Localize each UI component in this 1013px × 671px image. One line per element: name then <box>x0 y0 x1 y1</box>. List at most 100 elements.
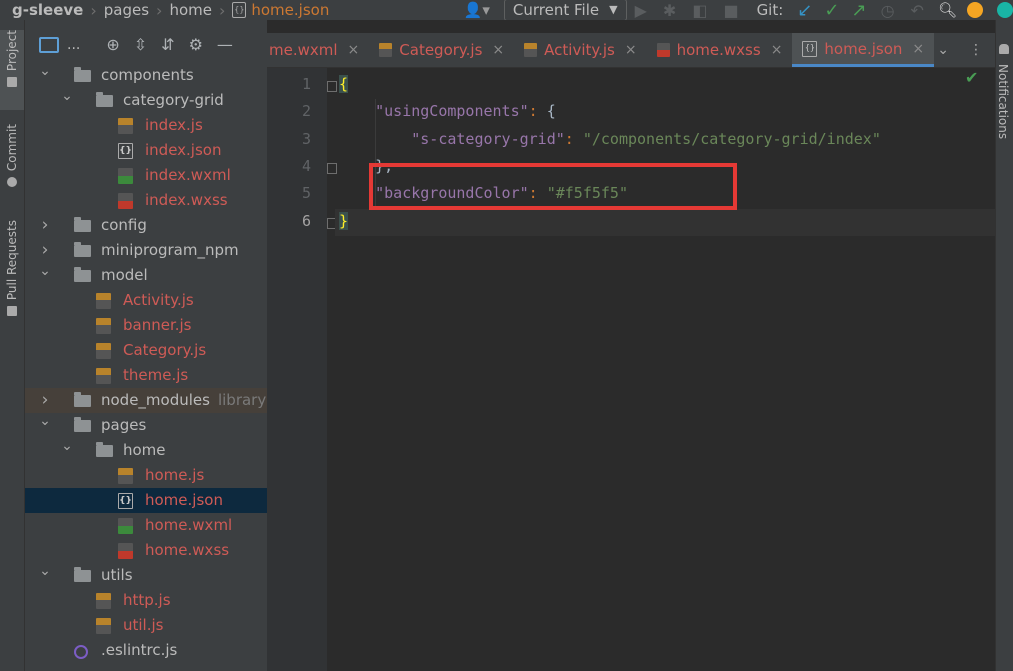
locate-file-icon[interactable]: ⊕ <box>106 35 119 54</box>
line-number: 4 <box>301 156 311 175</box>
close-icon[interactable]: × <box>625 42 637 58</box>
navigation-bar: g-sleeve › pages › home › {} home.json 👤… <box>0 0 1013 20</box>
user-icon[interactable]: 👤▾ <box>464 1 490 19</box>
json-file-icon: {} <box>118 493 133 509</box>
json-file-icon: {} <box>118 143 133 159</box>
debug-icon[interactable]: ✱ <box>663 1 676 20</box>
chevron-down-icon[interactable]: ⌄ <box>61 84 73 109</box>
tree-item-label: config <box>101 216 147 234</box>
gear-icon[interactable]: ⚙ <box>189 35 203 54</box>
wxss-file-icon <box>656 43 670 57</box>
tree-file[interactable]: index.wxss <box>25 188 267 213</box>
tree-item-label: utils <box>101 566 133 584</box>
code-token: "s-category-grid" <box>411 129 565 148</box>
folder-icon <box>74 242 91 257</box>
collapse-all-icon[interactable]: ⇵ <box>161 35 174 54</box>
tree-item-label: util.js <box>123 616 164 634</box>
editor-tab[interactable]: {} home.json × <box>792 33 935 67</box>
tree-folder[interactable]: › config <box>25 213 267 238</box>
git-commit-icon[interactable]: ✓ <box>824 0 839 20</box>
chevron-down-icon[interactable]: ⌄ <box>39 409 51 434</box>
tree-file[interactable]: .eslintrc.js <box>25 638 267 663</box>
search-icon[interactable]: 🔍︎ <box>938 1 957 19</box>
run-icon[interactable]: ▶ <box>635 1 647 20</box>
tool-tab-notifications[interactable]: Notifications <box>996 64 1010 139</box>
tree-file[interactable]: theme.js <box>25 363 267 388</box>
tree-file[interactable]: util.js <box>25 613 267 638</box>
stop-icon[interactable]: ■ <box>723 1 738 20</box>
tree-file[interactable]: {} home.json <box>25 488 267 513</box>
tree-file[interactable]: index.js <box>25 113 267 138</box>
close-icon[interactable]: × <box>912 41 924 57</box>
chevron-down-icon[interactable]: ⌄ <box>39 559 51 584</box>
line-number: 6 <box>301 211 311 230</box>
breadcrumb-file[interactable]: home.json <box>251 1 329 19</box>
commit-icon <box>7 177 17 188</box>
line-number-gutter: 1 2 3 4 5 6 <box>267 68 337 671</box>
breadcrumb-pages[interactable]: pages <box>104 1 149 19</box>
editor-tab[interactable]: Activity.js × <box>514 33 646 67</box>
ide-logo-icon[interactable] <box>997 2 1013 18</box>
code-area[interactable]: { "usingComponents": { "s-category-grid"… <box>335 68 995 671</box>
history-icon[interactable]: ◷ <box>881 1 895 20</box>
close-icon[interactable]: × <box>492 42 504 58</box>
git-push-icon[interactable]: ↗ <box>851 0 866 20</box>
tree-item-label: index.wxml <box>145 166 231 184</box>
bell-icon[interactable] <box>999 44 1009 54</box>
tree-item-label: index.wxss <box>145 191 228 209</box>
chevron-down-icon[interactable]: ⌄ <box>39 59 51 84</box>
tab-list-icon[interactable]: ⌄ <box>937 42 949 58</box>
close-icon[interactable]: × <box>348 42 360 58</box>
tree-folder[interactable]: ⌄ home <box>25 438 267 463</box>
tree-folder[interactable]: ⌄ utils <box>25 563 267 588</box>
run-configuration-label: Current File <box>512 1 600 19</box>
js-file-icon <box>96 618 111 634</box>
tool-tab-commit-label: Commit <box>5 124 19 172</box>
wxss-file-icon <box>118 543 133 559</box>
tree-file[interactable]: index.wxml <box>25 163 267 188</box>
tree-folder[interactable]: › node_modules library <box>25 388 267 413</box>
coverage-icon[interactable]: ◧ <box>692 1 707 20</box>
tree-item-label: home.js <box>145 466 205 484</box>
breadcrumb-project[interactable]: g-sleeve <box>12 1 83 19</box>
chevron-right-icon[interactable]: › <box>39 213 51 238</box>
hide-icon[interactable]: — <box>217 35 233 54</box>
tree-file[interactable]: {} index.json <box>25 138 267 163</box>
tool-tab-commit[interactable]: Commit <box>0 124 24 204</box>
tree-file[interactable]: home.js <box>25 463 267 488</box>
rollback-icon[interactable]: ↶ <box>911 1 924 20</box>
update-icon[interactable] <box>967 2 983 18</box>
tree-item-label: http.js <box>123 591 171 609</box>
tree-file[interactable]: http.js <box>25 588 267 613</box>
code-token: : <box>564 129 583 148</box>
editor-tab[interactable]: Category.js × <box>369 33 514 67</box>
editor-tab[interactable]: me.wxml × <box>267 33 369 67</box>
close-icon[interactable]: × <box>771 42 783 58</box>
editor-tab[interactable]: home.wxss × <box>647 33 793 67</box>
tree-item-label: banner.js <box>123 316 192 334</box>
tree-folder[interactable]: › miniprogram_npm <box>25 238 267 263</box>
more-options-icon[interactable]: ⋮ <box>969 42 983 58</box>
tree-file[interactable]: home.wxss <box>25 538 267 563</box>
tool-tab-project[interactable]: Project <box>0 30 24 110</box>
chevron-down-icon[interactable]: ⌄ <box>39 259 51 284</box>
project-toolbar: ... ⊕ ⇳ ⇵ ⚙ — <box>25 20 267 69</box>
tree-folder[interactable]: ⌄ model <box>25 263 267 288</box>
code-line: "usingComponents": { <box>339 102 556 120</box>
tree-file[interactable]: Activity.js <box>25 288 267 313</box>
tree-file[interactable]: home.wxml <box>25 513 267 538</box>
git-update-icon[interactable]: ↙ <box>797 0 812 20</box>
git-label: Git: <box>756 1 784 19</box>
tree-item-label: theme.js <box>123 366 189 384</box>
chevron-down-icon[interactable]: ⌄ <box>61 434 73 459</box>
tool-tab-pull-requests[interactable]: Pull Requests <box>0 220 24 330</box>
project-panel-title[interactable]: ... <box>67 37 80 53</box>
breadcrumb-home[interactable]: home <box>169 1 212 19</box>
expand-all-icon[interactable]: ⇳ <box>134 35 147 54</box>
tree-file[interactable]: banner.js <box>25 313 267 338</box>
tree-folder[interactable]: ⌄ category-grid <box>25 88 267 113</box>
tree-file[interactable]: Category.js <box>25 338 267 363</box>
no-problems-check-icon[interactable]: ✔ <box>965 68 978 87</box>
project-view-icon[interactable] <box>39 36 59 53</box>
run-configuration-dropdown[interactable]: Current File ▼ <box>503 0 627 20</box>
